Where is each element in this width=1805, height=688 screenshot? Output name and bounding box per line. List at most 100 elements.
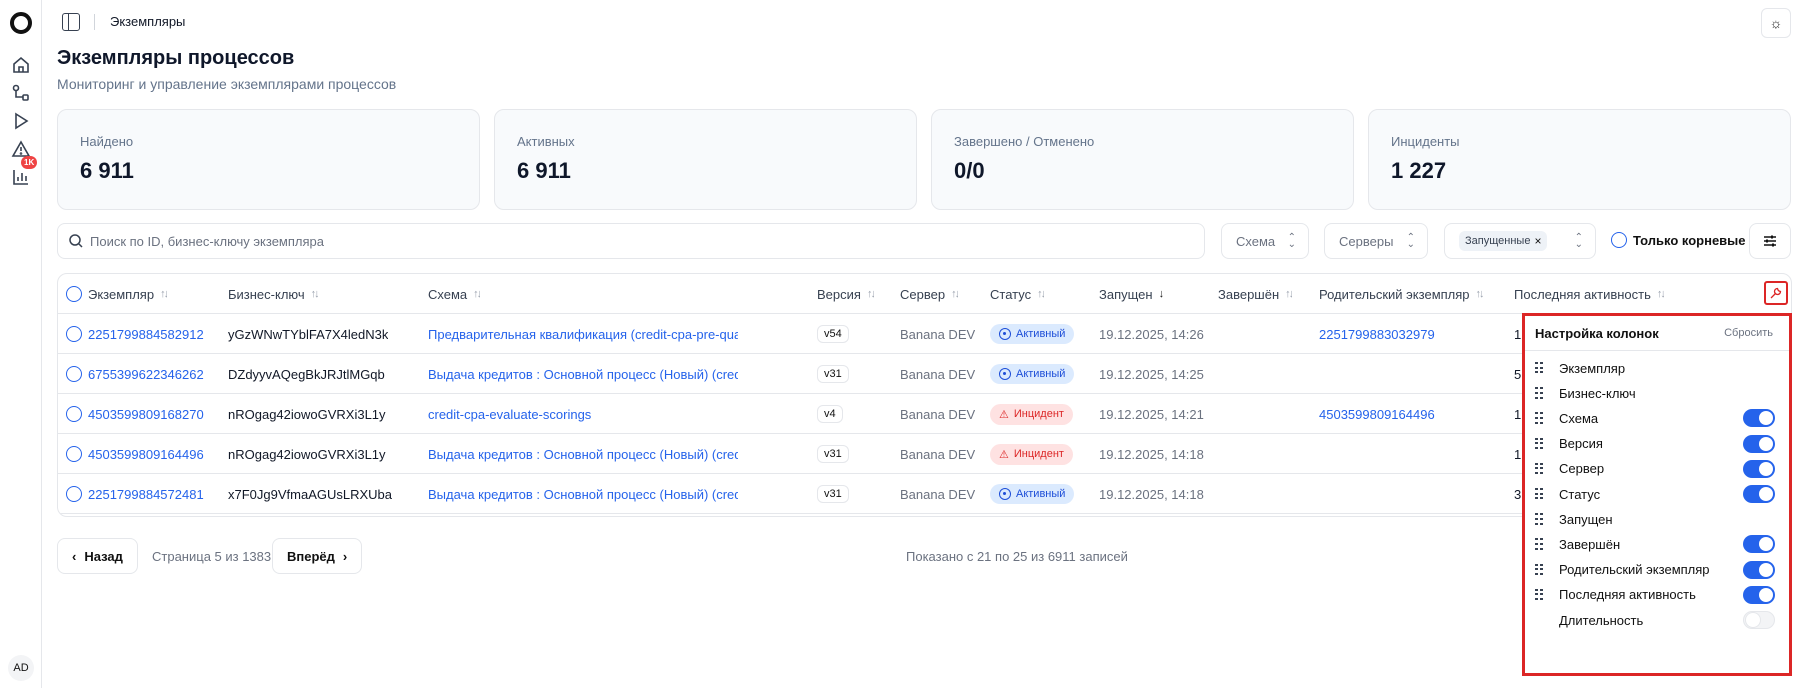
column-visibility-toggle[interactable] bbox=[1743, 409, 1775, 428]
schema-link[interactable]: Предварительная квалификация (credit-cpa… bbox=[428, 327, 738, 342]
search-input[interactable] bbox=[90, 230, 1190, 252]
schema-select[interactable]: Схема ⌃ ⌄ bbox=[1221, 223, 1309, 259]
stat-card-found: Найдено 6 911 bbox=[57, 109, 480, 210]
last-activity-cell: 5 bbox=[1514, 354, 1521, 394]
column-setting-item[interactable]: Схема bbox=[1535, 405, 1777, 431]
breadcrumb[interactable]: Экземпляры bbox=[110, 14, 185, 29]
column-visibility-toggle[interactable] bbox=[1743, 434, 1775, 453]
instance-id-link[interactable]: 6755399622346262 bbox=[88, 367, 204, 382]
header-label: Завершён bbox=[1218, 286, 1280, 302]
header-parent[interactable]: Родительский экземпляр ↑↓ bbox=[1319, 274, 1483, 314]
column-setting-item[interactable]: Сервер bbox=[1535, 456, 1777, 482]
drag-handle-icon[interactable] bbox=[1535, 387, 1543, 399]
header-finished[interactable]: Завершён ↑↓ bbox=[1218, 274, 1292, 314]
drag-handle-icon[interactable] bbox=[1535, 563, 1543, 576]
header-version[interactable]: Версия ↑↓ bbox=[817, 274, 874, 314]
workflow-icon[interactable] bbox=[10, 82, 32, 104]
started-at-cell: 19.12.2025, 14:26 bbox=[1099, 314, 1204, 354]
drag-handle-icon[interactable] bbox=[1535, 462, 1543, 475]
column-setting-item[interactable]: Родительский экземпляр bbox=[1535, 557, 1777, 583]
column-settings-button[interactable] bbox=[1764, 281, 1788, 305]
stat-value: 6 911 bbox=[517, 158, 571, 183]
column-visibility-toggle[interactable] bbox=[1743, 535, 1775, 554]
reset-columns-button[interactable]: Сбросить bbox=[1724, 327, 1773, 339]
play-icon[interactable] bbox=[10, 110, 32, 132]
drag-handle-icon[interactable] bbox=[1535, 437, 1543, 450]
status-badge-cell: ⚠ Инцидент bbox=[990, 434, 1073, 474]
instance-id-link[interactable]: 2251799884582912 bbox=[88, 327, 204, 342]
header-business-key[interactable]: Бизнес-ключ ↑↓ bbox=[228, 274, 318, 314]
app-logo-icon[interactable] bbox=[10, 12, 32, 34]
server-name-cell: Banana DEV bbox=[900, 354, 975, 394]
header-label: Родительский экземпляр bbox=[1319, 286, 1470, 302]
version-badge-cell: v54 bbox=[817, 314, 849, 354]
row-select-radio[interactable] bbox=[66, 474, 82, 514]
drag-handle-icon[interactable] bbox=[1535, 412, 1543, 424]
only-root-radio[interactable] bbox=[1611, 232, 1627, 248]
server-name: Banana DEV bbox=[900, 366, 976, 382]
column-setting-item[interactable]: Запущен bbox=[1535, 506, 1777, 532]
home-icon[interactable] bbox=[10, 54, 32, 76]
column-visibility-toggle[interactable] bbox=[1743, 485, 1775, 503]
header-started[interactable]: Запущен ↓ bbox=[1099, 274, 1164, 314]
drag-handle-icon[interactable] bbox=[1535, 362, 1543, 374]
instance-id-link[interactable]: 4503599809168270 bbox=[88, 407, 204, 422]
row-select-radio[interactable] bbox=[66, 394, 82, 434]
parent-instance-link[interactable]: 2251799883032979 bbox=[1319, 327, 1435, 342]
launched-chip[interactable]: Запущенные × bbox=[1459, 231, 1548, 251]
launched-select[interactable]: Запущенные × ⌃ ⌄ bbox=[1444, 223, 1596, 259]
column-setting-item[interactable]: Версия bbox=[1535, 431, 1777, 457]
column-setting-item[interactable]: Бизнес-ключ bbox=[1535, 380, 1777, 406]
filter-settings-button[interactable] bbox=[1749, 223, 1791, 259]
drag-handle-icon[interactable] bbox=[1535, 513, 1543, 525]
servers-select[interactable]: Серверы ⌃ ⌄ bbox=[1324, 223, 1428, 259]
column-setting-item[interactable]: Завершён bbox=[1535, 531, 1777, 557]
schema-link[interactable]: credit-cpa-evaluate-scorings bbox=[428, 407, 591, 422]
sun-icon: ☼ bbox=[1769, 15, 1783, 31]
header-last-activity[interactable]: Последняя активность ↑↓ bbox=[1514, 274, 1664, 314]
header-label: Сервер bbox=[900, 286, 946, 302]
schema-link[interactable]: Выдача кредитов : Основной процесс (Новы… bbox=[428, 367, 738, 382]
next-page-button[interactable]: Вперёд › bbox=[272, 538, 363, 574]
instance-id-link[interactable]: 2251799884572481 bbox=[88, 487, 204, 502]
header-label: Статус bbox=[990, 286, 1032, 302]
schema-link-cell: credit-cpa-evaluate-scorings bbox=[428, 394, 738, 434]
drag-handle-icon[interactable] bbox=[1535, 538, 1543, 550]
header-server[interactable]: Сервер ↑↓ bbox=[900, 274, 958, 314]
drag-handle-icon[interactable] bbox=[1535, 488, 1543, 500]
only-root-toggle[interactable]: Только корневые bbox=[1611, 232, 1746, 248]
theme-toggle-button[interactable]: ☼ bbox=[1761, 8, 1791, 38]
sidebar-toggle-icon[interactable] bbox=[62, 13, 80, 31]
row-select-radio[interactable] bbox=[66, 354, 82, 394]
row-select-radio[interactable] bbox=[66, 314, 82, 354]
schema-link[interactable]: Выдача кредитов : Основной процесс (Новы… bbox=[428, 447, 738, 462]
column-visibility-toggle[interactable] bbox=[1743, 585, 1775, 604]
prev-page-button[interactable]: ‹ Назад bbox=[57, 538, 138, 574]
column-setting-item[interactable]: Экземпляр bbox=[1535, 355, 1777, 381]
business-key-cell: nROgag42iowoGVRXi3L1y bbox=[228, 434, 386, 474]
header-instance[interactable]: Экземпляр ↑↓ bbox=[88, 274, 167, 314]
header-label: Экземпляр bbox=[88, 286, 155, 302]
column-visibility-toggle[interactable] bbox=[1743, 560, 1775, 579]
close-icon[interactable]: × bbox=[1534, 234, 1541, 248]
column-visibility-toggle[interactable] bbox=[1743, 459, 1775, 478]
analytics-icon[interactable] bbox=[10, 166, 32, 188]
drag-handle-icon[interactable] bbox=[1535, 588, 1543, 601]
header-schema[interactable]: Схема ↑↓ bbox=[428, 274, 480, 314]
column-visibility-toggle[interactable] bbox=[1743, 611, 1775, 629]
column-setting-item[interactable]: Длительность bbox=[1535, 607, 1777, 633]
header-status[interactable]: Статус ↑↓ bbox=[990, 274, 1044, 314]
schema-link[interactable]: Выдача кредитов : Основной процесс (Новы… bbox=[428, 487, 738, 502]
status-badge-cell: Активный bbox=[990, 314, 1075, 354]
column-setting-item[interactable]: Статус bbox=[1535, 481, 1777, 507]
row-select-radio[interactable] bbox=[66, 434, 82, 474]
parent-instance-link[interactable]: 4503599809164496 bbox=[1319, 407, 1435, 422]
chevron-updown-icon: ⌃ ⌄ bbox=[1406, 232, 1415, 250]
instance-id-link[interactable]: 4503599809164496 bbox=[88, 447, 204, 462]
column-setting-item[interactable]: Последняя активность bbox=[1535, 582, 1777, 608]
business-key: yGzWNwTYblFA7X4ledN3k bbox=[228, 326, 389, 342]
header-label: Запущен bbox=[1099, 286, 1153, 302]
avatar[interactable]: AD bbox=[8, 655, 34, 681]
status-label: Активный bbox=[1016, 368, 1066, 380]
select-all-radio[interactable] bbox=[66, 274, 82, 314]
